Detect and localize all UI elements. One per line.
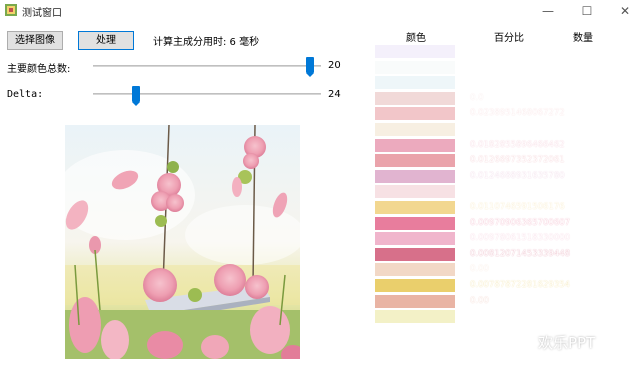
- color-swatch: [375, 279, 455, 292]
- color-swatch: [375, 185, 455, 198]
- watermark-text: 欢乐PPT: [538, 333, 596, 352]
- delta-slider-thumb[interactable]: [132, 86, 141, 106]
- delta-slider-track[interactable]: [93, 93, 321, 95]
- color-swatch: [375, 92, 455, 105]
- main-colors-label: 主要颜色总数:: [7, 64, 71, 75]
- color-swatch: [375, 263, 455, 276]
- wechat-icon: [505, 331, 533, 353]
- color-swatch: [375, 45, 455, 58]
- maximize-button[interactable]: ☐: [572, 0, 602, 22]
- process-button[interactable]: 处理: [78, 31, 134, 50]
- timing-label: 计算主成分用时: 6 毫秒: [153, 37, 260, 48]
- column-header-color: 颜色: [406, 33, 426, 44]
- main-colors-slider-track[interactable]: [93, 65, 321, 67]
- app-icon: [5, 4, 17, 16]
- color-swatch: [375, 295, 455, 308]
- color-swatch: [375, 310, 455, 323]
- title-bar: 测试窗口 — ☐ ✕: [0, 0, 640, 22]
- table-overlay: [455, 38, 615, 358]
- watermark: 欢乐PPT: [505, 330, 595, 354]
- color-swatch: [375, 76, 455, 89]
- color-swatch: [375, 201, 455, 214]
- color-swatch: [375, 123, 455, 136]
- select-image-button[interactable]: 选择图像: [7, 31, 63, 50]
- delta-value: 24: [328, 89, 341, 100]
- color-swatch: [375, 170, 455, 183]
- color-swatch: [375, 248, 455, 261]
- close-button[interactable]: ✕: [610, 0, 640, 22]
- color-swatch: [375, 232, 455, 245]
- main-colors-value: 20: [328, 60, 341, 71]
- color-swatch: [375, 139, 455, 152]
- delta-label: Delta:: [7, 89, 44, 100]
- color-swatch: [375, 61, 455, 74]
- preview-image: [65, 125, 300, 359]
- color-swatch: [375, 154, 455, 167]
- minimize-button[interactable]: —: [533, 0, 563, 22]
- color-swatch: [375, 217, 455, 230]
- main-colors-slider-thumb[interactable]: [305, 57, 314, 77]
- color-swatch: [375, 107, 455, 120]
- window-title: 测试窗口: [22, 8, 62, 19]
